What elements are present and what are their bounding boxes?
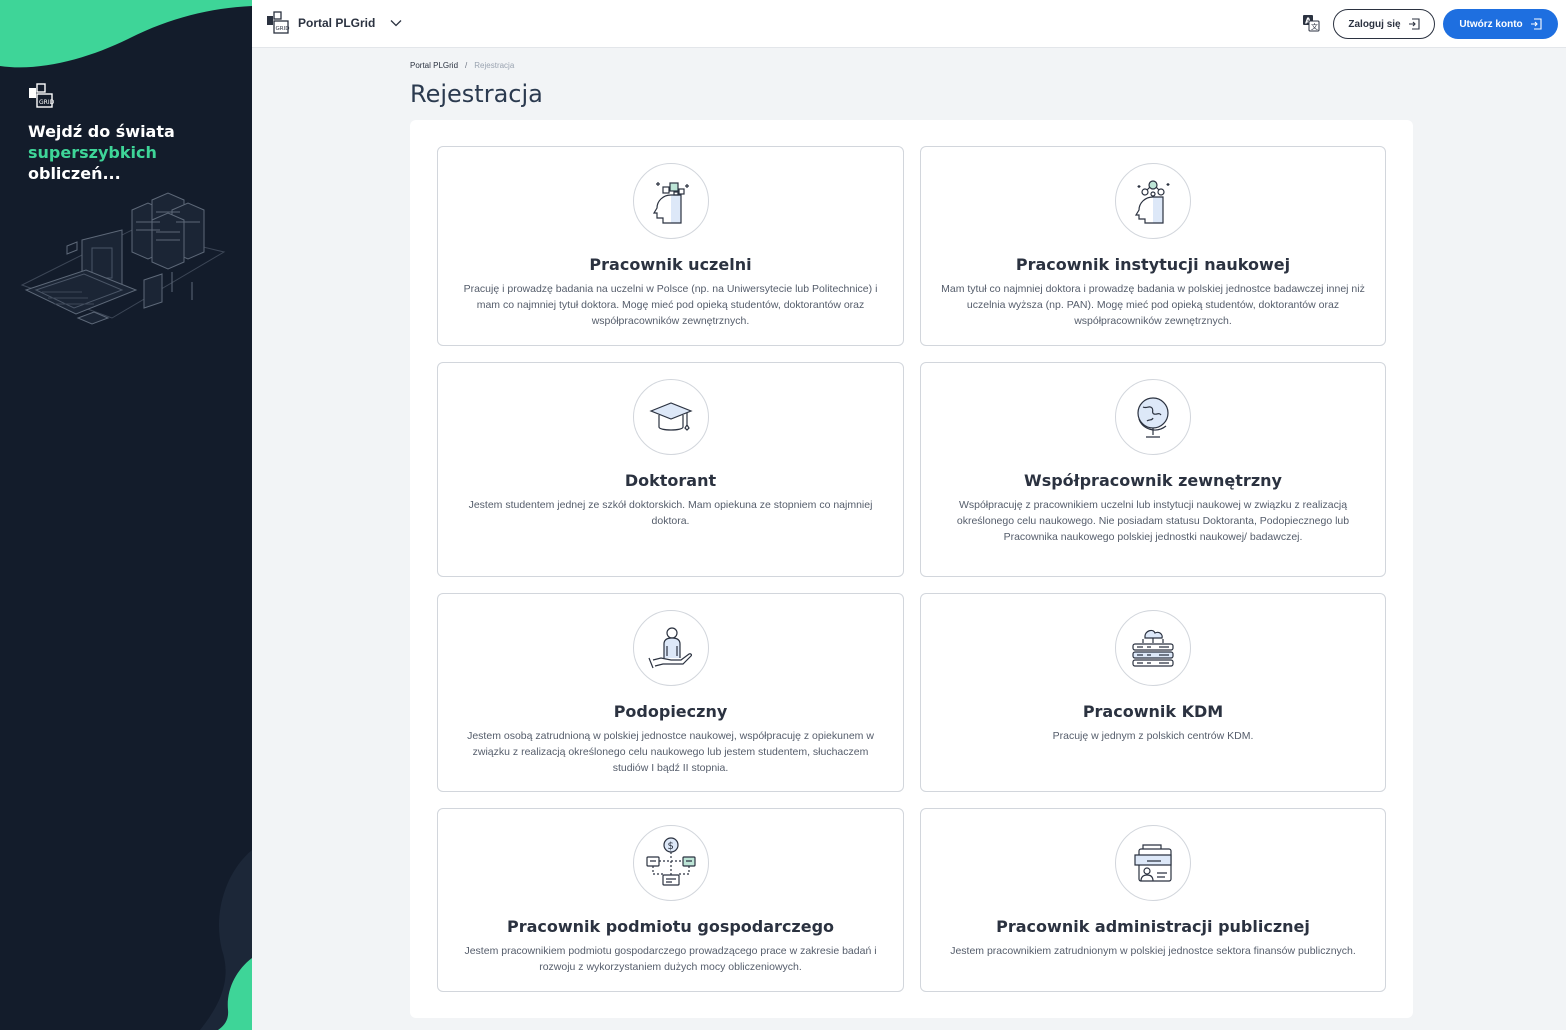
login-button[interactable]: Zaloguj się: [1333, 9, 1435, 39]
hand-person-icon: [647, 627, 692, 669]
breadcrumb: Portal PLGrid / Rejestracja: [410, 61, 514, 70]
business-dollar-icon: $: [645, 837, 696, 886]
card-description: Jestem pracownikiem podmiotu gospodarcze…: [464, 945, 877, 973]
icon-container: [632, 163, 709, 239]
svg-text:GRID: GRID: [39, 99, 54, 106]
head-blocks-icon: [652, 182, 689, 224]
globe-icon: [1137, 397, 1169, 438]
portal-name: Portal PLGrid: [298, 16, 376, 30]
card-description: Jestem pracownikiem zatrudnionym w polsk…: [950, 945, 1356, 957]
breadcrumb-link-home[interactable]: Portal PLGrid: [410, 61, 458, 70]
card-title: Pracownik podmiotu gospodarczego: [506, 917, 835, 936]
public-admin-icon: [1134, 844, 1172, 882]
top-bar: GRID Portal PLGrid A 文 Zaloguj się Utwór…: [252, 0, 1566, 48]
breadcrumb-current: Rejestracja: [474, 61, 515, 70]
card-title: Podopieczny: [613, 702, 728, 721]
registration-card-external-collaborator[interactable]: Współpracownik zewnętrzny Współpracuję z…: [920, 362, 1386, 577]
translate-icon[interactable]: A 文: [1302, 14, 1320, 32]
card-description: Jestem studentem jednej ze szkół doktors…: [468, 499, 873, 527]
create-account-button[interactable]: Utwórz konto: [1443, 9, 1558, 39]
sidebar: GRID Wejdź do świata superszybkich oblic…: [0, 0, 252, 1030]
icon-container: [632, 379, 709, 455]
card-description: Pracuję w jednym z polskich centrów KDM.: [1052, 730, 1254, 742]
card-description: Mam tytuł co najmniej doktora i prowadzę…: [941, 283, 1365, 327]
registration-options-panel: Pracownik uczelni Pracuję i prowadzę bad…: [410, 120, 1413, 1018]
icon-container: [1115, 379, 1191, 455]
portal-menu-button[interactable]: GRID Portal PLGrid: [266, 11, 403, 35]
registration-card-phd-student[interactable]: Doktorant Jestem studentem jednej ze szk…: [437, 362, 904, 577]
svg-text:文: 文: [1311, 22, 1318, 31]
plgrid-logo-icon: GRID: [267, 11, 290, 34]
card-description: Jestem osobą zatrudnioną w polskiej jedn…: [467, 730, 874, 774]
login-label: Zaloguj się: [1348, 18, 1401, 30]
registration-card-public-admin-employee[interactable]: Pracownik administracji publicznej Jeste…: [920, 808, 1386, 992]
tagline-line: obliczeń...: [28, 164, 121, 183]
card-title: Pracownik instytucji naukowej: [1015, 255, 1291, 274]
svg-text:GRID: GRID: [276, 26, 290, 32]
card-description: Współpracuję z pracownikiem uczelni lub …: [956, 499, 1350, 543]
page-title: Rejestracja: [410, 80, 543, 108]
tagline-line: Wejdź do świata: [28, 122, 175, 141]
card-description: Pracuję i prowadzę badania na uczelni w …: [463, 283, 878, 327]
sidebar-tagline: Wejdź do świata superszybkich obliczeń..…: [28, 121, 228, 184]
icon-container: [632, 610, 709, 686]
registration-card-research-institute-employee[interactable]: Pracownik instytucji naukowej Mam tytuł …: [920, 146, 1386, 346]
card-title: Współpracownik zewnętrzny: [1024, 471, 1282, 490]
login-icon: [1530, 18, 1542, 30]
icon-container: [1115, 163, 1191, 239]
decorative-wave-top: [0, 0, 252, 68]
create-account-label: Utwórz konto: [1459, 18, 1523, 30]
head-molecule-icon: [1134, 180, 1170, 224]
registration-card-kdm-employee[interactable]: Pracownik KDM Pracuję w jednym z polskic…: [920, 593, 1386, 792]
card-title: Pracownik administracji publicznej: [996, 917, 1310, 936]
icon-container: $: [632, 825, 709, 901]
card-title: Doktorant: [624, 471, 717, 490]
breadcrumb-separator: /: [465, 61, 468, 70]
icon-container: [1115, 825, 1191, 901]
registration-card-mentee[interactable]: Podopieczny Jestem osobą zatrudnioną w p…: [437, 593, 904, 792]
card-title: Pracownik KDM: [1082, 702, 1224, 721]
plgrid-logo-icon: GRID: [29, 83, 54, 108]
registration-card-university-employee[interactable]: Pracownik uczelni Pracuję i prowadzę bad…: [437, 146, 904, 346]
registration-card-business-employee[interactable]: $ Pracownik podmiotu gospodarczego Jeste…: [437, 808, 904, 992]
decorative-wave-bottom: [200, 850, 252, 1030]
tagline-accent: superszybkich: [28, 143, 157, 162]
chevron-down-icon: [390, 20, 402, 27]
icon-container: [1115, 610, 1191, 686]
computer-servers-illustration: [20, 192, 226, 325]
graduation-cap-icon: [648, 402, 693, 431]
cloud-server-icon: [1132, 629, 1174, 667]
login-icon: [1408, 18, 1420, 30]
card-title: Pracownik uczelni: [589, 255, 752, 274]
svg-text:$: $: [667, 841, 673, 852]
